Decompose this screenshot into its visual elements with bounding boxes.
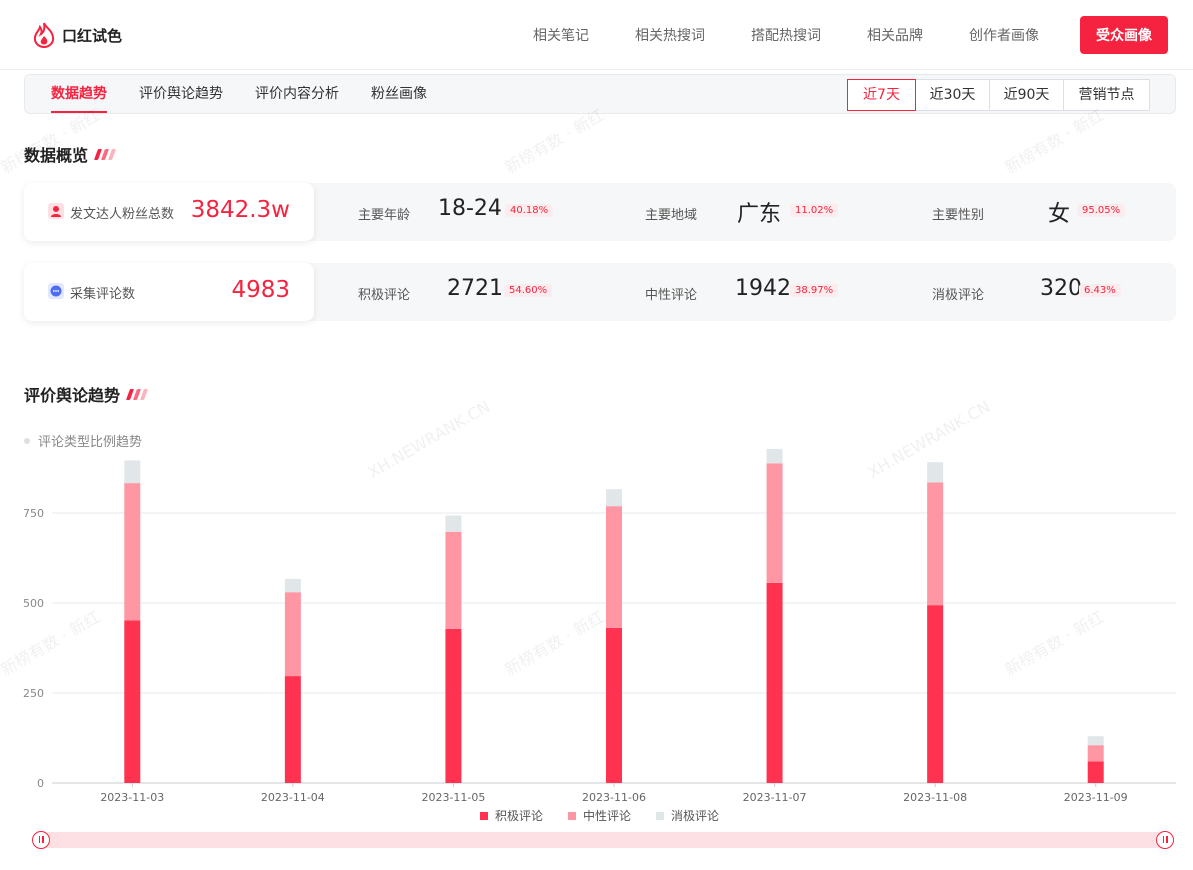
fans-stat-row: 发文达人粉丝总数 3842.3w 主要年龄 18-24 40.18% 主要地域 … (24, 183, 1176, 241)
legend-swatch (656, 812, 664, 820)
title-decoration (94, 148, 117, 160)
bar-segment (766, 448, 783, 464)
metric-percent-badge: 38.97% (790, 284, 839, 297)
bar-segment (284, 592, 301, 677)
metric-value: 广东 (737, 202, 782, 227)
metric-label: 主要年龄 (358, 208, 411, 223)
top-bar: 口红试色 相关笔记 相关热搜词 搭配热搜词 相关品牌 创作者画像 受众画像 (0, 0, 1193, 70)
x-tick-label: 2023-11-09 (1064, 791, 1128, 804)
legend-label: 消极评论 (671, 809, 719, 823)
x-tick-label: 2023-11-07 (743, 791, 807, 804)
x-tick-label: 2023-11-08 (903, 791, 967, 804)
bar-segment (1087, 745, 1104, 762)
review-type-stacked-bar-chart: 0 250 500 750 2023-11-03 2023-11-04 2023-11-05… (23, 448, 1176, 823)
metric-percent-badge: 54.60% (504, 284, 553, 297)
bar-segment (1087, 736, 1104, 746)
bar-segment (284, 578, 301, 593)
bar-segment (766, 582, 783, 783)
bar-segment (124, 460, 141, 484)
topnav-related-notes[interactable]: 相关笔记 (533, 25, 589, 45)
y-tick-label: 0 (37, 777, 44, 790)
metric-percent-badge: 6.43% (1079, 284, 1121, 297)
legend-swatch (480, 812, 488, 820)
metric-value: 320 (1040, 276, 1082, 301)
comments-total-card: 采集评论数 4983 (24, 263, 314, 321)
metric-percent-badge: 40.18% (505, 204, 554, 217)
bar-segment (606, 627, 622, 783)
bar-segment (927, 462, 944, 483)
comments-stat-row: 采集评论数 4983 积极评论 2721 54.60% 中性评论 1942 38… (24, 263, 1176, 321)
bar-segment (766, 463, 783, 583)
range-marketing-nodes[interactable]: 营销节点 (1063, 80, 1149, 110)
brand[interactable]: 口红试色 (32, 22, 122, 48)
range-30-days[interactable]: 近30天 (915, 80, 989, 110)
comments-total-label: 采集评论数 (70, 287, 136, 302)
tab-bar: 数据趋势 评价舆论趋势 评价内容分析 粉丝画像 近7天 近30天 近90天 营销… (24, 74, 1176, 114)
time-range-selector: 近7天 近30天 近90天 营销节点 (847, 79, 1150, 111)
y-tick-label: 500 (23, 597, 44, 610)
tab-fan-profile[interactable]: 粉丝画像 (371, 75, 427, 113)
metric-label: 消极评论 (932, 288, 985, 303)
flame-logo-icon (33, 22, 55, 48)
legend-label: 中性评论 (583, 808, 631, 823)
metric-value: 18-24 (438, 196, 502, 221)
chart-zoom-slider[interactable] (32, 831, 1174, 849)
user-icon (48, 203, 64, 219)
metric-value: 女 (1048, 202, 1071, 227)
x-tick-label: 2023-11-04 (261, 791, 325, 804)
metric-value: 1942 (735, 276, 791, 301)
y-tick-label: 750 (23, 507, 44, 520)
overview-title-text: 数据概览 (24, 146, 89, 165)
bar-segment (284, 676, 301, 783)
title-decoration (126, 388, 149, 400)
bar-segment (445, 515, 462, 532)
overview-title: 数据概览 (24, 142, 117, 166)
bar-segment (445, 531, 462, 629)
metric-label: 主要性别 (932, 208, 985, 223)
tab-review-sentiment-trend[interactable]: 评价舆论趋势 (139, 75, 223, 113)
topnav-related-brands[interactable]: 相关品牌 (867, 25, 923, 45)
range-7-days[interactable]: 近7天 (847, 79, 916, 111)
topnav-creator-profile[interactable]: 创作者画像 (969, 25, 1039, 45)
comments-total-value: 4983 (231, 277, 290, 303)
trend-title-text: 评价舆论趋势 (24, 386, 121, 405)
bar-segment (606, 489, 622, 507)
x-tick-label: 2023-11-05 (421, 791, 485, 804)
main-content: 数据趋势 评价舆论趋势 评价内容分析 粉丝画像 近7天 近30天 近90天 营销… (0, 70, 1193, 870)
metric-label: 积极评论 (358, 288, 411, 303)
bar-segment (606, 506, 622, 628)
bar-segment (445, 628, 462, 783)
bar-segment (927, 482, 944, 606)
y-tick-label: 250 (23, 687, 44, 700)
zoom-handle-left[interactable] (32, 831, 50, 849)
bar-segment (1087, 761, 1104, 783)
topnav-related-hot-search[interactable]: 相关热搜词 (635, 25, 705, 45)
metric-value: 2721 (447, 276, 503, 301)
top-nav: 相关笔记 相关热搜词 搭配热搜词 相关品牌 创作者画像 (510, 16, 1062, 54)
brand-name: 口红试色 (62, 26, 123, 45)
metric-percent-badge: 11.02% (790, 204, 839, 217)
fans-total-label: 发文达人粉丝总数 (70, 207, 175, 222)
fans-total-value: 3842.3w (190, 197, 290, 223)
bar-segment (927, 605, 944, 783)
legend-swatch (568, 812, 576, 820)
topnav-paired-hot-search[interactable]: 搭配热搜词 (751, 25, 821, 45)
zoom-handle-right[interactable] (1156, 831, 1174, 849)
metric-label: 主要地域 (645, 208, 698, 223)
bar-segment (124, 483, 141, 621)
bar-segment (124, 620, 141, 783)
fans-total-card: 发文达人粉丝总数 3842.3w (24, 183, 314, 241)
x-tick-label: 2023-11-06 (582, 791, 646, 804)
trend-title: 评价舆论趋势 (24, 382, 149, 406)
audience-profile-button[interactable]: 受众画像 (1080, 16, 1168, 54)
range-90-days[interactable]: 近90天 (989, 80, 1063, 110)
metric-label: 中性评论 (645, 288, 698, 303)
metric-percent-badge: 95.05% (1077, 204, 1126, 217)
chat-bubble-icon (48, 283, 64, 299)
x-tick-label: 2023-11-03 (100, 791, 164, 804)
legend-label: 积极评论 (495, 809, 543, 823)
tab-review-content-analysis[interactable]: 评价内容分析 (255, 75, 339, 113)
tab-data-trend[interactable]: 数据趋势 (51, 75, 107, 113)
